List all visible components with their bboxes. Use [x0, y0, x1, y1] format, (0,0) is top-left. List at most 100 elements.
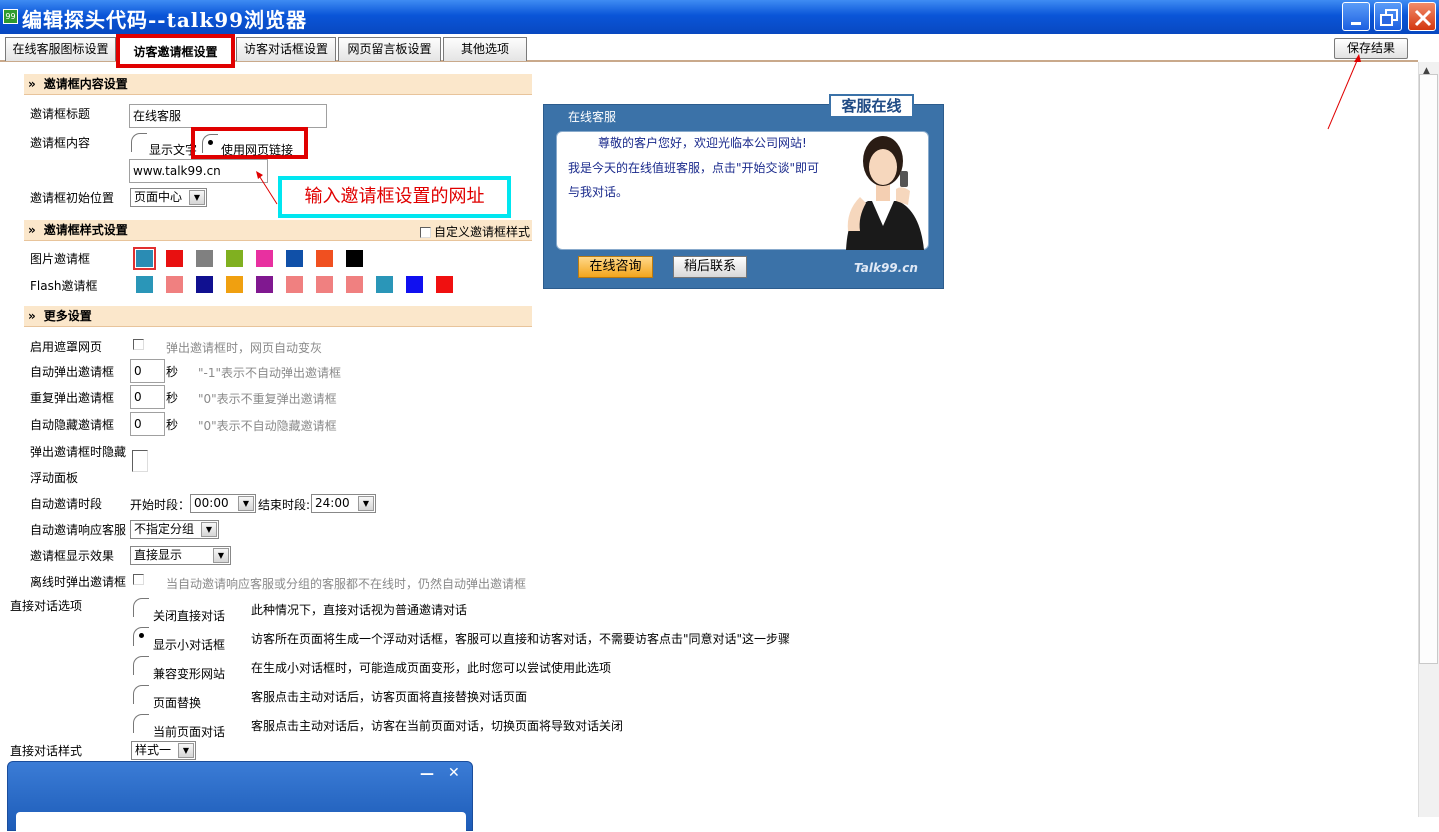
custom-style-label: 自定义邀请框样式 [434, 225, 531, 239]
image-invite-label: 图片邀请框 [30, 252, 91, 266]
tab-dialog-settings[interactable]: 访客对话框设置 [236, 37, 336, 61]
preview-title: 在线客服 [568, 110, 617, 124]
effect-label: 邀请框显示效果 [30, 549, 115, 563]
direct-option-radio[interactable] [133, 598, 149, 617]
restore-icon [1380, 9, 1398, 26]
auto-hide-input[interactable]: 0 [130, 412, 165, 436]
close-icon[interactable]: ✕ [448, 765, 460, 781]
custom-style-checkbox[interactable] [420, 227, 431, 238]
floating-dialog-body [16, 812, 466, 832]
color-swatch[interactable] [226, 276, 243, 293]
hide-panel-checkbox[interactable] [132, 450, 148, 472]
direct-option-desc: 客服点击主动对话后，访客在当前页面对话，切换页面将导致对话关闭 [251, 719, 624, 733]
chevron-down-icon: ▼ [358, 496, 374, 511]
url-input[interactable]: www.talk99.cn [129, 159, 268, 183]
chevron-down-icon: ▼ [238, 496, 254, 511]
direct-option-radio[interactable] [133, 627, 149, 646]
window-title: 编辑探头代码--talk99浏览器 [22, 8, 308, 32]
respond-value: 不指定分组 [134, 522, 195, 536]
section-arrows-icon: » [28, 309, 36, 323]
repeat-input[interactable]: 0 [130, 385, 165, 409]
color-swatch[interactable] [166, 250, 183, 267]
color-swatch[interactable] [286, 250, 303, 267]
scroll-thumb[interactable] [1419, 74, 1438, 664]
color-swatch[interactable] [376, 276, 393, 293]
preview-text-1: 我是今天的在线值班客服，点击"开始交谈"即可 [568, 161, 820, 175]
start-time-select[interactable]: 00:00 ▼ [190, 494, 256, 513]
flash-invite-label: Flash邀请框 [30, 279, 98, 293]
section-title: 邀请框样式设置 [43, 223, 128, 237]
radio-show-text[interactable] [131, 133, 147, 152]
respond-select[interactable]: 不指定分组 ▼ [130, 520, 219, 539]
mask-checkbox[interactable] [133, 339, 144, 350]
direct-style-select[interactable]: 样式一 ▼ [131, 741, 196, 760]
contact-later-button[interactable]: 稍后联系 [673, 256, 747, 278]
respond-label: 自动邀请响应客服 [30, 523, 127, 537]
minimize-icon[interactable]: — [420, 766, 434, 782]
direct-option-label: 兼容变形网站 [153, 667, 226, 681]
mask-hint: 弹出邀请框时，网页自动变灰 [166, 341, 323, 355]
consult-button[interactable]: 在线咨询 [578, 256, 653, 278]
end-time-select[interactable]: 24:00 ▼ [311, 494, 376, 513]
period-label: 自动邀请时段 [30, 497, 103, 511]
end-time-value: 24:00 [315, 496, 350, 510]
preview-text-2: 与我对话。 [568, 185, 629, 199]
direct-option-desc: 访客所在页面将生成一个浮动对话框，客服可以直接和访客对话，不需要访客点击"同意对… [251, 632, 791, 646]
color-swatch[interactable] [133, 247, 156, 270]
color-swatch[interactable] [316, 276, 333, 293]
auto-popup-input[interactable]: 0 [130, 359, 165, 383]
direct-option-label: 页面替换 [153, 696, 202, 710]
agent-photo [846, 136, 924, 250]
restore-button[interactable] [1374, 2, 1402, 31]
hide-panel-label-2: 浮动面板 [30, 471, 79, 485]
auto-hide-hint: "0"表示不自动隐藏邀请框 [198, 419, 337, 433]
offline-hint: 当自动邀请响应客服或分组的客服都不在线时，仍然自动弹出邀请框 [166, 577, 527, 591]
color-swatch[interactable] [286, 276, 303, 293]
chevron-down-icon: ▼ [201, 522, 217, 537]
invite-title-input[interactable]: 在线客服 [129, 104, 327, 128]
direct-option-radio[interactable] [133, 714, 149, 733]
tab-icon-settings[interactable]: 在线客服图标设置 [5, 37, 116, 61]
close-button[interactable] [1408, 2, 1436, 31]
color-swatch[interactable] [316, 250, 333, 267]
color-swatch[interactable] [406, 276, 423, 293]
direct-option-desc: 此种情况下，直接对话视为普通邀请对话 [251, 603, 468, 617]
close-icon [1414, 9, 1432, 27]
tab-message-settings[interactable]: 网页留言板设置 [338, 37, 441, 61]
color-swatch[interactable] [196, 276, 213, 293]
color-swatch[interactable] [346, 250, 363, 267]
start-label: 开始时段： [130, 498, 191, 512]
callout-arrow [256, 171, 278, 205]
minimize-icon [1351, 22, 1361, 25]
section-title: 邀请框内容设置 [43, 77, 128, 91]
color-swatch[interactable] [256, 250, 273, 267]
color-swatch[interactable] [256, 276, 273, 293]
invite-content-label: 邀请框内容 [30, 136, 91, 150]
direct-style-value: 样式一 [135, 743, 172, 757]
position-select[interactable]: 页面中心 ▼ [130, 188, 207, 207]
start-time-value: 00:00 [194, 496, 229, 510]
color-swatch[interactable] [226, 250, 243, 267]
direct-option-label: 关闭直接对话 [153, 609, 226, 623]
color-swatch[interactable] [166, 276, 183, 293]
minimize-button[interactable] [1342, 2, 1370, 31]
offline-checkbox[interactable] [133, 574, 144, 585]
repeat-label: 重复弹出邀请框 [30, 391, 115, 405]
chevron-down-icon: ▼ [213, 548, 229, 563]
tab-other-options[interactable]: 其他选项 [443, 37, 527, 61]
direct-option-radio[interactable] [133, 656, 149, 675]
color-swatch[interactable] [196, 250, 213, 267]
tab-invite-settings[interactable]: 访客邀请框设置 [116, 34, 235, 68]
repeat-hint: "0"表示不重复弹出邀请框 [198, 392, 337, 406]
chevron-down-icon: ▼ [178, 743, 194, 758]
effect-value: 直接显示 [134, 548, 183, 562]
radio-show-text-label: 显示文字 [149, 143, 198, 157]
radio-use-link[interactable] [202, 134, 218, 153]
color-swatch[interactable] [436, 276, 453, 293]
effect-select[interactable]: 直接显示 ▼ [130, 546, 231, 565]
preview-greeting: 尊敬的客户您好，欢迎光临本公司网站! [598, 136, 807, 150]
section-title: 更多设置 [43, 309, 92, 323]
direct-option-radio[interactable] [133, 685, 149, 704]
color-swatch[interactable] [346, 276, 363, 293]
color-swatch[interactable] [136, 276, 153, 293]
